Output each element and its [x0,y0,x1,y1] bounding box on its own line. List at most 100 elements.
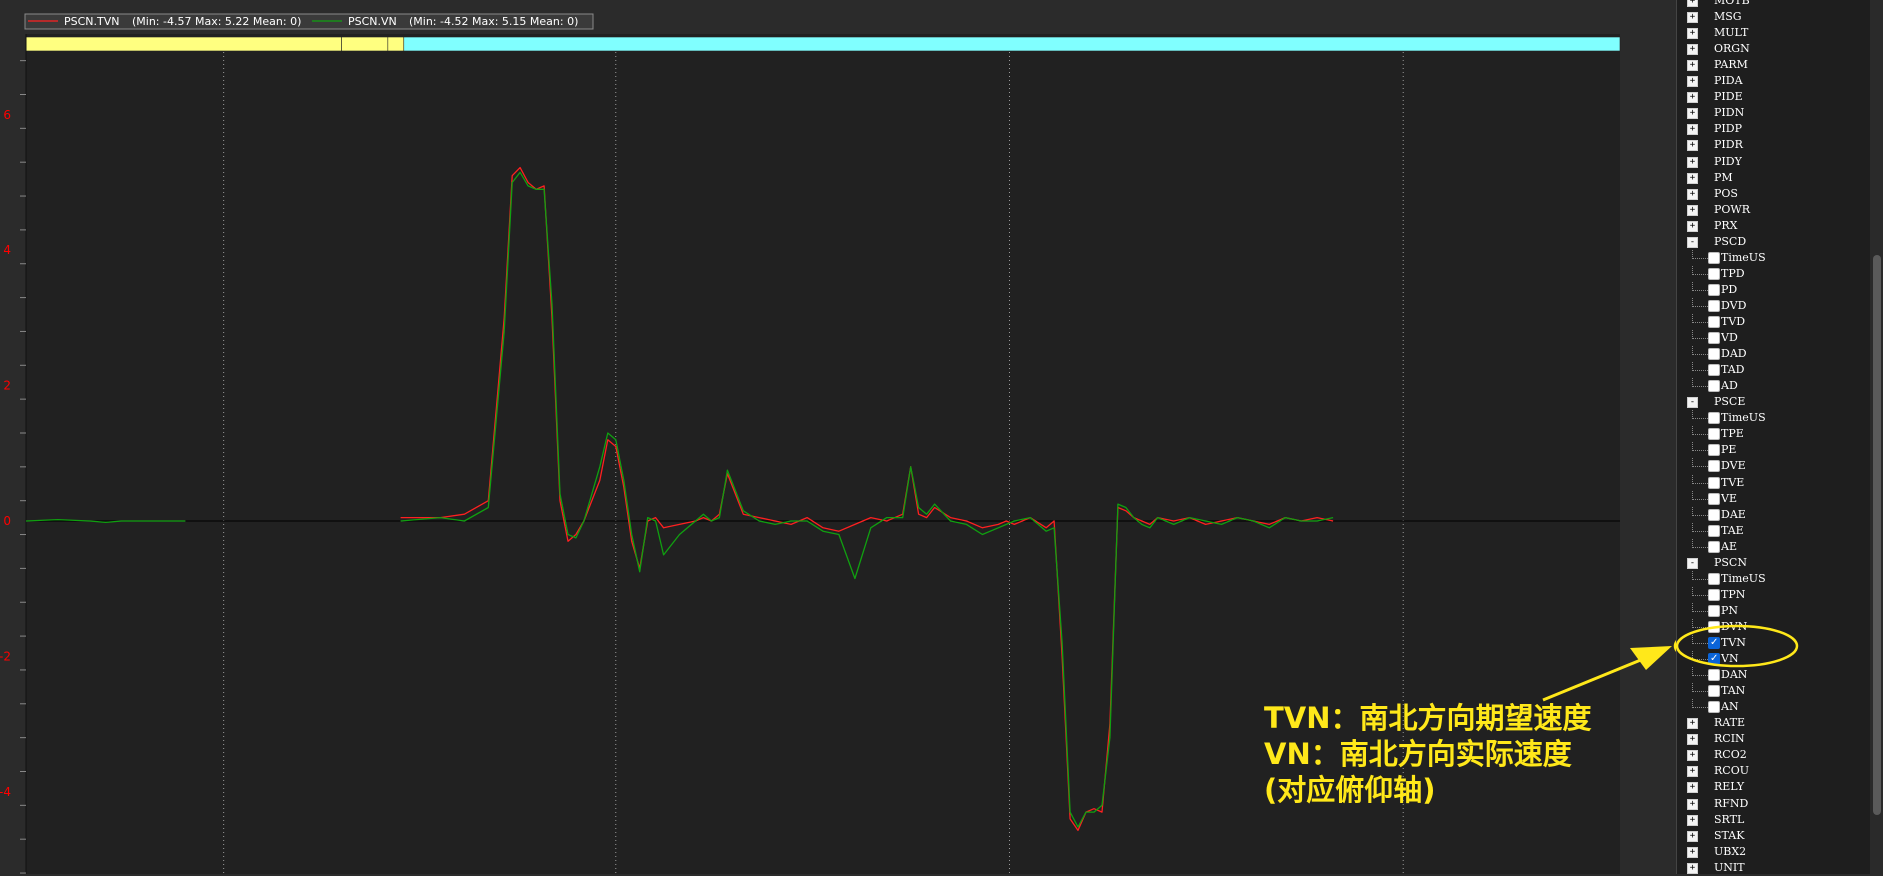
expand-icon[interactable]: + [1687,0,1698,7]
expand-icon[interactable]: + [1687,188,1698,200]
tree-label: DVE [1721,459,1746,473]
field-checkbox[interactable] [1708,332,1720,345]
tree-connector [1692,538,1708,548]
tree-label: AD [1721,379,1738,393]
field-checkbox[interactable] [1708,669,1720,682]
field-checkbox[interactable] [1708,492,1720,505]
field-checkbox[interactable] [1708,316,1720,328]
field-checkbox[interactable] [1708,460,1720,473]
collapse-icon[interactable]: - [1687,236,1698,248]
y-tick-label: -4 [0,785,11,799]
tree-label: PE [1721,443,1737,457]
tree-label: VE [1721,491,1737,505]
field-checkbox[interactable] [1708,572,1720,585]
expand-icon[interactable]: + [1687,44,1698,56]
tree-connector [1692,522,1708,532]
field-checkbox[interactable] [1708,651,1720,667]
annotation-text: TVN：南北方向期望速度 VN：南北方向实际速度 (对应俯仰轴) [1264,700,1592,808]
field-checkbox[interactable] [1708,428,1720,441]
legend-label-tvn: PSCN.TVN [64,15,120,28]
tree-label: POWR [1714,202,1751,216]
tree-label: RCO2 [1714,748,1747,762]
tree-label: TimeUS [1721,250,1766,264]
field-checkbox[interactable] [1708,604,1720,617]
field-checkbox[interactable] [1708,685,1720,698]
collapse-icon[interactable]: - [1687,397,1698,409]
field-checkbox[interactable] [1708,283,1720,296]
expand-icon[interactable]: + [1687,124,1698,136]
tree-connector [1692,618,1708,628]
expand-icon[interactable]: + [1687,108,1698,120]
tree-label: PIDY [1714,154,1742,168]
field-checkbox[interactable] [1708,540,1720,553]
y-tick-label: 4 [3,243,11,257]
expand-icon[interactable]: + [1687,814,1698,826]
tree-label: DAD [1721,347,1747,361]
field-checkbox[interactable] [1708,444,1720,457]
tree-connector [1692,265,1708,275]
expand-icon[interactable]: + [1687,766,1698,778]
expand-icon[interactable]: + [1687,734,1698,746]
tree-label: PD [1721,282,1738,296]
expand-icon[interactable]: + [1687,92,1698,104]
expand-icon[interactable]: + [1687,750,1698,762]
expand-icon[interactable]: + [1687,220,1698,232]
expand-icon[interactable]: + [1687,830,1698,842]
tree-label: TAN [1721,684,1746,698]
expand-icon[interactable]: + [1687,60,1698,72]
field-checkbox[interactable] [1708,508,1720,521]
tree-label: SRTL [1714,812,1745,826]
tree-label: ORGN [1714,42,1750,56]
field-checkbox[interactable] [1708,251,1720,264]
tree-connector [1692,330,1708,340]
expand-icon[interactable]: + [1687,156,1698,168]
tree-label: DAE [1721,507,1746,521]
tree-label: PM [1714,170,1733,184]
field-checkbox[interactable] [1708,364,1720,377]
expand-icon[interactable]: + [1687,862,1698,874]
expand-icon[interactable]: + [1687,12,1698,24]
field-checkbox[interactable] [1708,588,1720,601]
tree-connector [1692,249,1708,259]
field-checkbox[interactable] [1708,701,1720,714]
tree-connector [1692,602,1708,612]
expand-icon[interactable]: + [1687,798,1698,810]
expand-icon[interactable]: + [1687,718,1698,730]
tree-connector [1692,458,1708,468]
collapse-icon[interactable]: - [1687,557,1698,569]
expand-icon[interactable]: + [1687,28,1698,40]
field-checkbox[interactable] [1708,412,1720,425]
tree-label: TVE [1721,475,1745,489]
expand-icon[interactable]: + [1687,846,1698,858]
tree-label: TAE [1721,523,1744,537]
scrollbar-thumb[interactable] [1873,255,1881,815]
field-checkbox[interactable] [1708,380,1720,393]
tree-label: POS [1714,186,1738,200]
mode-segment-1 [341,36,389,52]
expand-icon[interactable]: + [1687,782,1698,794]
mode-segment-0 [25,36,342,52]
annotation-line-2: VN：南北方向实际速度 [1264,737,1572,771]
tree-label: TimeUS [1721,411,1766,425]
tree-label: TVN [1721,636,1746,649]
expand-icon[interactable]: + [1687,204,1698,216]
field-checkbox[interactable] [1708,635,1720,651]
field-checkbox[interactable] [1708,267,1720,280]
tree-connector [1692,281,1708,291]
field-checkbox[interactable] [1708,524,1720,537]
tree-label: UBX2 [1714,844,1747,858]
tree-label: PIDE [1714,90,1743,104]
expand-icon[interactable]: + [1687,140,1698,152]
expand-icon[interactable]: + [1687,76,1698,88]
tree-connector [1692,362,1708,372]
field-checkbox[interactable] [1708,299,1720,312]
field-checkbox[interactable] [1708,620,1720,633]
expand-icon[interactable]: + [1687,172,1698,184]
tree-connector [1692,314,1708,323]
tree-scrollbar[interactable] [1870,0,1883,874]
field-checkbox[interactable] [1708,476,1720,489]
tree-connector [1692,426,1708,436]
tree-label: TAD [1721,363,1745,377]
log-field-tree[interactable]: + MOTB + MSG + MULT + ORGN + PARM + PIDA + PIDE + PIDN +… [1676,0,1883,874]
field-checkbox[interactable] [1708,348,1720,361]
